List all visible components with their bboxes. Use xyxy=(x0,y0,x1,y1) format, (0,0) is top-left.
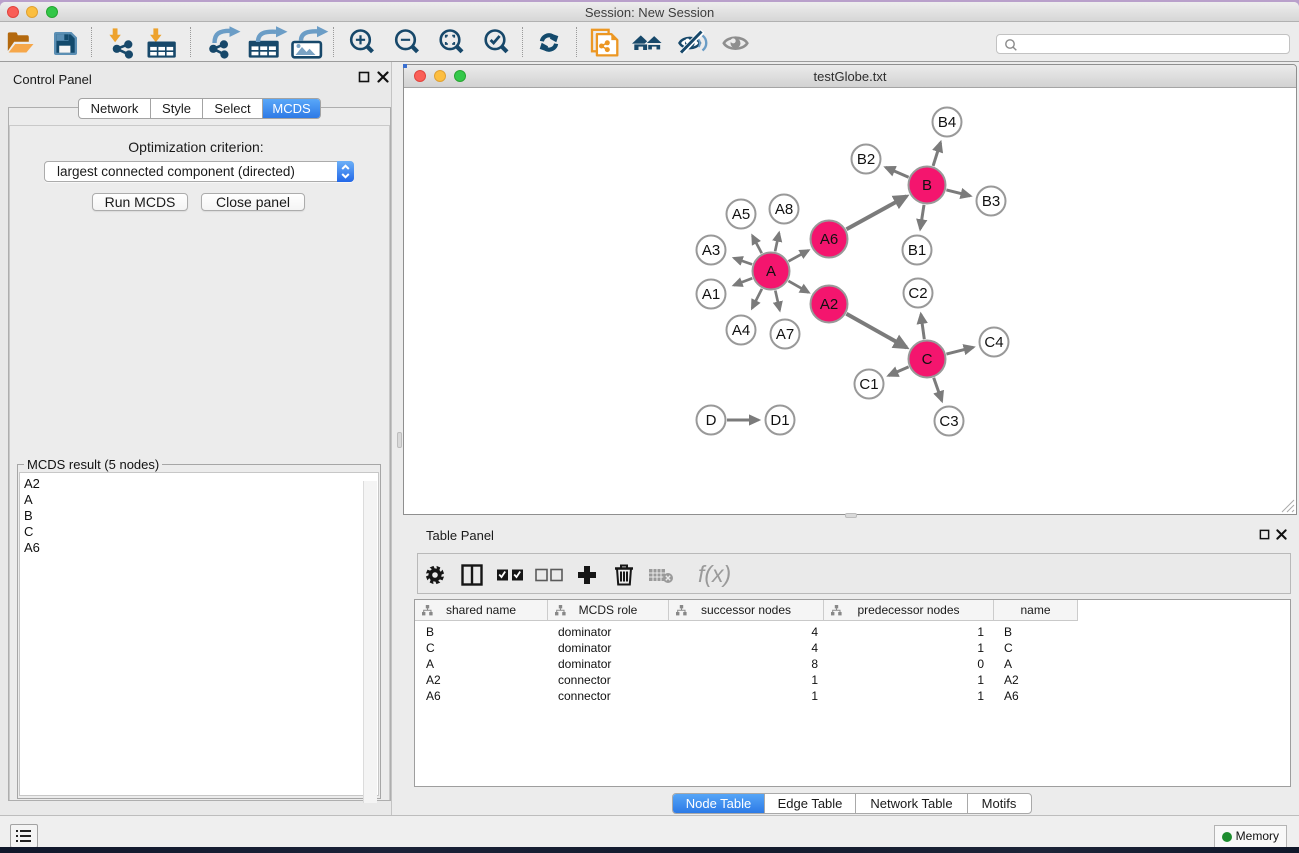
svg-text:D1: D1 xyxy=(770,412,789,429)
svg-text:B1: B1 xyxy=(908,242,926,259)
svg-text:C: C xyxy=(922,351,933,368)
svg-text:C3: C3 xyxy=(939,413,958,430)
svg-text:A7: A7 xyxy=(776,326,794,343)
svg-text:B3: B3 xyxy=(982,193,1000,210)
svg-text:C1: C1 xyxy=(859,376,878,393)
svg-text:f(x): f(x) xyxy=(698,561,731,587)
svg-text:A5: A5 xyxy=(732,206,750,223)
svg-text:A2: A2 xyxy=(820,296,838,313)
svg-text:C2: C2 xyxy=(908,285,927,302)
svg-text:A8: A8 xyxy=(775,201,793,218)
svg-text:B2: B2 xyxy=(857,151,875,168)
svg-text:A: A xyxy=(766,263,776,280)
svg-text:A4: A4 xyxy=(732,322,750,339)
svg-text:D: D xyxy=(706,412,717,429)
svg-text:A1: A1 xyxy=(702,286,720,303)
svg-text:A6: A6 xyxy=(820,231,838,248)
svg-text:C4: C4 xyxy=(984,334,1003,351)
svg-text:B4: B4 xyxy=(938,114,956,131)
svg-text:A3: A3 xyxy=(702,242,720,259)
svg-text:B: B xyxy=(922,177,932,194)
